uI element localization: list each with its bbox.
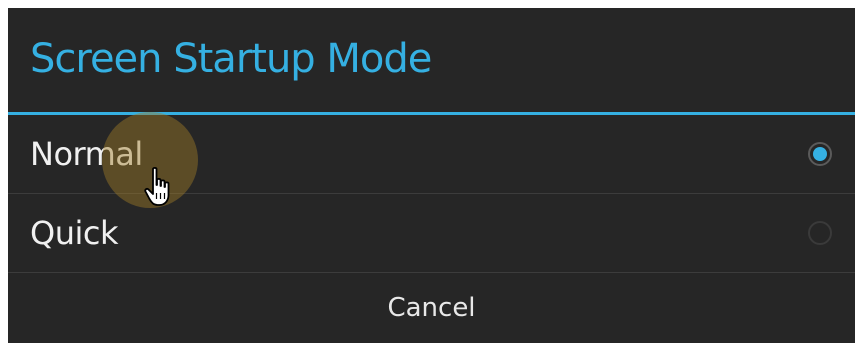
option-quick-label: Quick (30, 214, 118, 252)
radio-checked-icon[interactable] (808, 142, 832, 166)
screen-startup-mode-dialog: Screen Startup Mode Normal Quick Cancel (8, 8, 855, 343)
option-normal[interactable]: Normal (8, 115, 855, 193)
radio-unchecked-icon[interactable] (808, 221, 832, 245)
dialog-title: Screen Startup Mode (30, 36, 432, 82)
option-normal-label: Normal (30, 135, 143, 173)
dialog-header: Screen Startup Mode (8, 8, 855, 112)
cancel-button[interactable]: Cancel (8, 273, 855, 343)
option-quick[interactable]: Quick (8, 194, 855, 272)
